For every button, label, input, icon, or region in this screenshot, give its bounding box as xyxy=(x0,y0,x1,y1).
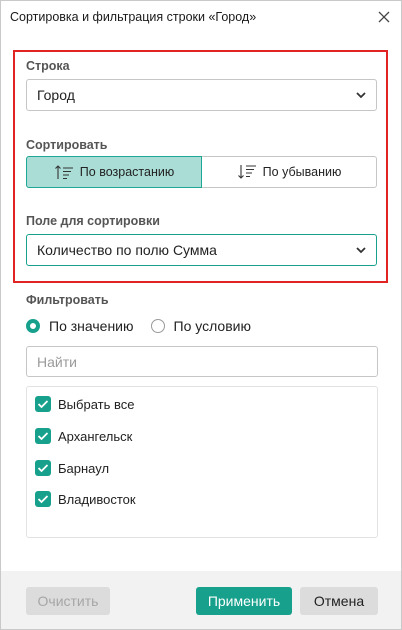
row-select[interactable]: Город xyxy=(26,79,377,111)
filter-by-condition-label: По условию xyxy=(173,318,251,334)
checkmark-icon xyxy=(37,464,49,473)
row-label: Строка xyxy=(26,59,70,73)
filter-mode-group: По значению По условию xyxy=(26,317,251,335)
sort-ascending-label: По возрастанию xyxy=(79,165,175,179)
sort-label: Сортировать xyxy=(26,138,108,152)
title-bar: Сортировка и фильтрация строки «Город» xyxy=(1,1,401,33)
sort-direction-toggle: По возрастанию По убыванию xyxy=(26,156,377,188)
filter-label: Фильтровать xyxy=(26,293,109,307)
checkmark-icon xyxy=(37,495,49,504)
cancel-button[interactable]: Отмена xyxy=(300,587,378,615)
checkbox-checked[interactable] xyxy=(35,491,51,507)
dialog-footer: Очистить Применить Отмена xyxy=(1,571,401,629)
chevron-down-icon xyxy=(356,247,366,254)
close-button[interactable] xyxy=(373,7,395,27)
list-item-label: Архангельск xyxy=(58,428,133,444)
list-item-select-all[interactable]: Выбрать все xyxy=(35,396,134,412)
sort-field-label: Поле для сортировки xyxy=(26,214,160,228)
row-select-value: Город xyxy=(37,87,75,103)
list-item[interactable]: Барнаул xyxy=(35,460,109,476)
filter-by-value-radio[interactable]: По значению xyxy=(26,318,134,334)
radio-unselected-icon xyxy=(150,319,165,333)
sort-field-select[interactable]: Количество по полю Сумма xyxy=(26,234,377,266)
list-item-label: Выбрать все xyxy=(58,396,135,412)
sort-descending-icon xyxy=(237,165,256,179)
sort-descending-button[interactable]: По убыванию xyxy=(202,156,377,188)
list-item-label: Барнаул xyxy=(58,460,110,476)
sort-field-value: Количество по полю Сумма xyxy=(37,242,217,258)
checkbox-checked[interactable] xyxy=(35,428,51,444)
list-item[interactable]: Архангельск xyxy=(35,428,132,444)
sort-filter-dialog: Сортировка и фильтрация строки «Город» С… xyxy=(0,0,402,630)
filter-by-value-label: По значению xyxy=(49,318,134,334)
search-input[interactable] xyxy=(26,346,378,377)
filter-values-list: Выбрать все Архангельск Барнаул Владивос… xyxy=(26,386,378,538)
list-item-label: Владивосток xyxy=(58,491,136,507)
apply-button[interactable]: Применить xyxy=(196,587,292,615)
list-item[interactable]: Владивосток xyxy=(35,491,136,507)
checkbox-checked[interactable] xyxy=(35,460,51,476)
checkmark-icon xyxy=(37,400,49,409)
chevron-down-icon xyxy=(356,92,366,99)
radio-selected-icon xyxy=(26,319,40,333)
clear-button[interactable]: Очистить xyxy=(26,587,110,615)
checkbox-checked[interactable] xyxy=(35,396,51,412)
close-icon xyxy=(378,11,390,23)
sort-ascending-button[interactable]: По возрастанию xyxy=(26,156,202,188)
sort-ascending-icon xyxy=(54,165,73,180)
dialog-title: Сортировка и фильтрация строки «Город» xyxy=(10,10,257,24)
sort-descending-label: По убыванию xyxy=(262,165,342,179)
checkmark-icon xyxy=(37,432,49,441)
filter-by-condition-radio[interactable]: По условию xyxy=(150,318,251,334)
